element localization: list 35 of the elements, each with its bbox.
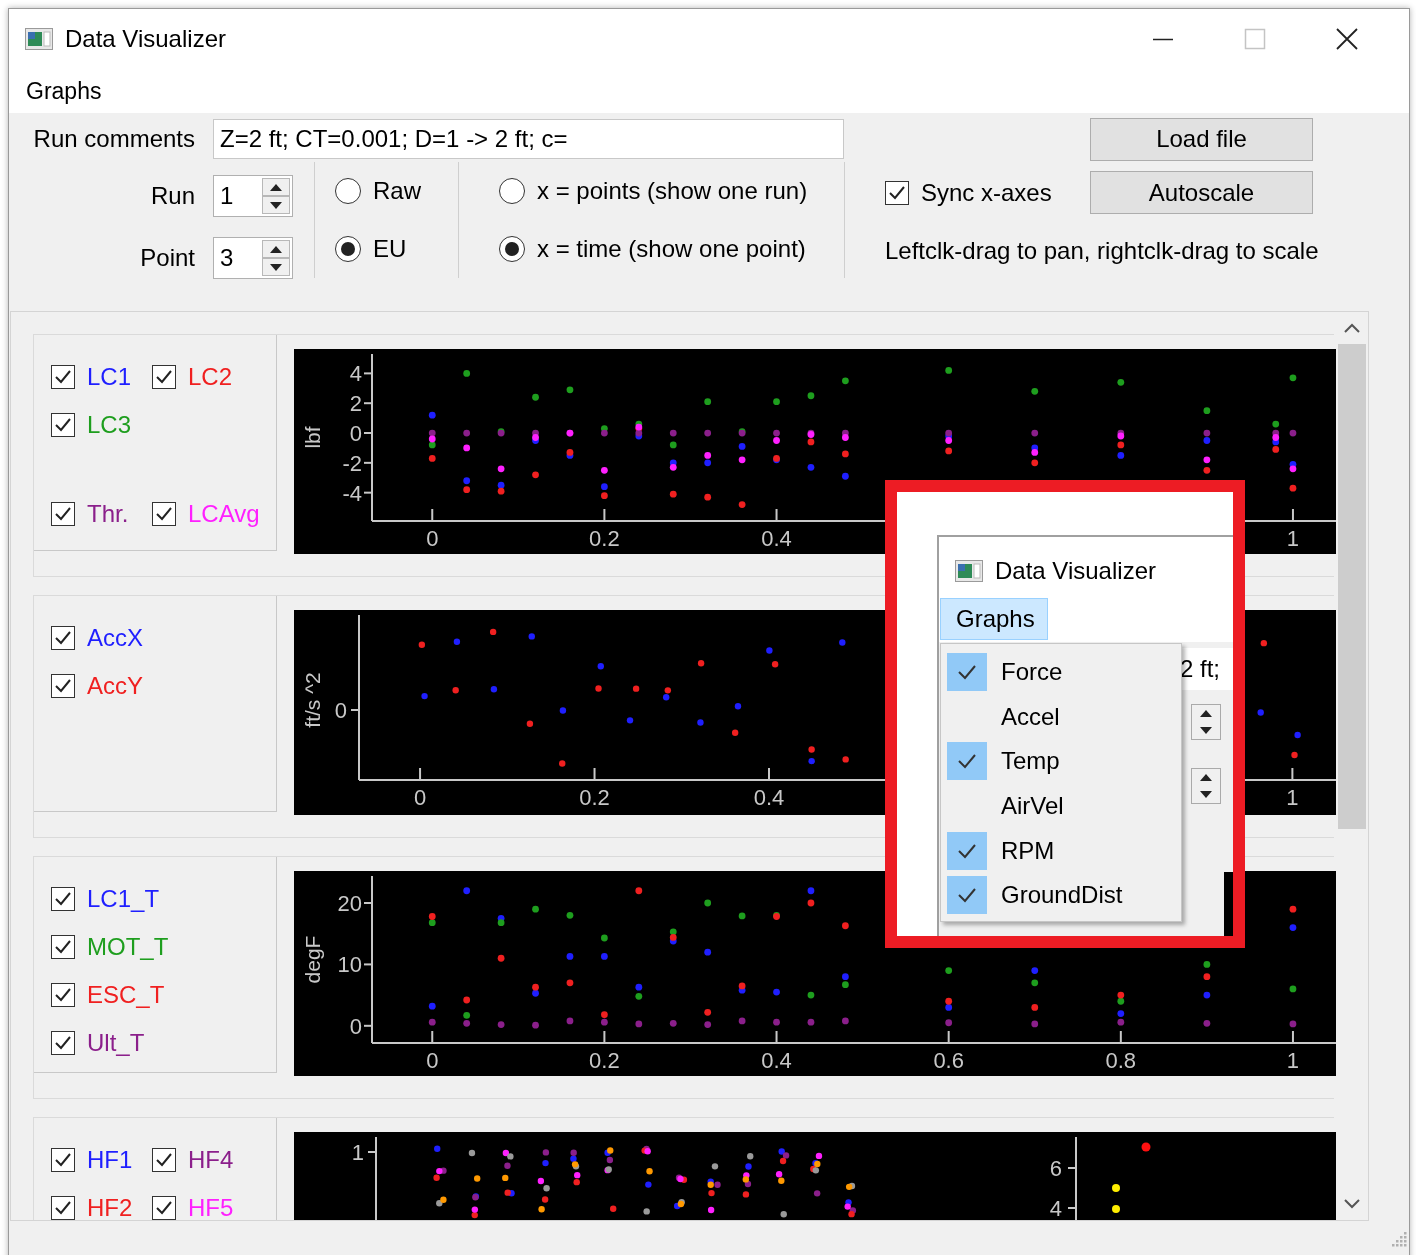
axis-title: ft/s ^2 [301, 672, 324, 728]
axis-title: degF [301, 935, 324, 984]
axis-tick-label: 0 [426, 526, 439, 551]
axis-tick-label: 0.4 [753, 785, 785, 810]
axis-tick-label: 1 [351, 1140, 364, 1165]
window-title: Data Visualizer [65, 24, 226, 54]
axis-tick-label: 0 [349, 1013, 362, 1039]
axis-tick-label: 2 [349, 391, 362, 417]
axis-tick-label: 4 [1049, 1196, 1062, 1220]
axis-tick-label: 0.8 [1105, 1048, 1137, 1073]
field-label: Run [149, 181, 196, 211]
field-label: Point [139, 243, 196, 273]
axis-tick-label: 0 [334, 698, 347, 723]
axis-title: lbf [301, 426, 324, 449]
axis-tick-label: 6 [1049, 1156, 1062, 1181]
axis-tick-label: 0.2 [589, 526, 620, 551]
axis-tick-label: 0 [413, 785, 427, 810]
window-title: Data Visualizer [995, 556, 1156, 586]
axis-tick-label: 0.4 [761, 1048, 792, 1073]
hint-text: Leftclk-drag to pan, rightclk-drag to scale [885, 235, 1320, 266]
axis-tick-label: 1 [1286, 1048, 1300, 1073]
axis-tick-label: 10 [337, 952, 362, 978]
axis-tick-label: 0.6 [933, 1048, 964, 1073]
axis-tick-label: 4 [349, 361, 362, 387]
axis-tick-label: -4 [342, 480, 362, 506]
axis-tick-label: 1 [1286, 526, 1300, 551]
axis-tick-label: 0 [349, 421, 362, 447]
axis-tick-label: -2 [342, 450, 362, 476]
axis-tick-label: 0.2 [589, 1048, 620, 1073]
axis-tick-label: 1 [1286, 785, 1299, 810]
axis-tick-label: 0 [426, 1048, 439, 1073]
axis-tick-label: 0.4 [761, 526, 792, 551]
axis-tick-label: 0.2 [579, 785, 610, 810]
axis-tick-label: 20 [337, 891, 362, 916]
field-label: Run comments [32, 124, 196, 154]
